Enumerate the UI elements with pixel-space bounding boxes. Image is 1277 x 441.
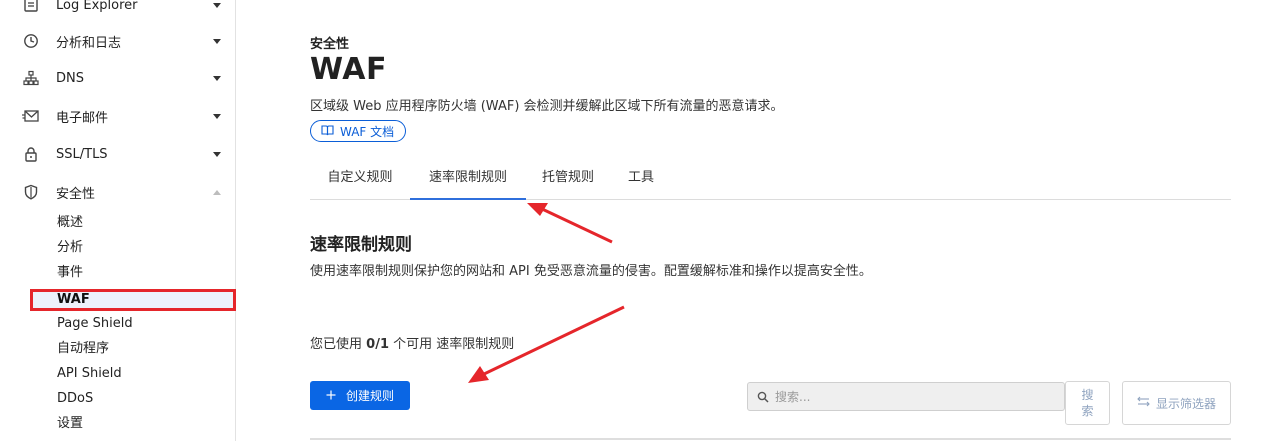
page-root: Log Explorer 分析和日志 DNS 电子邮件 SSL/TLS 安全性 …: [0, 0, 1277, 441]
chevron-down-icon: [213, 75, 221, 81]
waf-docs-label: WAF 文档: [340, 124, 395, 139]
waf-docs-link[interactable]: WAF 文档: [310, 120, 407, 142]
search-field[interactable]: [747, 382, 1065, 411]
page-description: 区域级 Web 应用程序防火墙 (WAF) 会检测并缓解此区域下所有流量的恶意请…: [310, 99, 784, 114]
sidebar-item-label: SSL/TLS: [56, 146, 108, 162]
swap-arrows-icon: [1137, 396, 1150, 410]
page-eyebrow: 安全性: [310, 37, 350, 52]
plus-icon: [326, 389, 336, 403]
sidebar-subitem-events[interactable]: 事件: [57, 263, 83, 283]
sidebar-subitem-settings[interactable]: 设置: [57, 414, 83, 434]
show-filters-label: 显示筛选器: [1155, 396, 1216, 411]
sidebar-subitem-overview[interactable]: 概述: [57, 213, 83, 233]
clock-icon: [22, 32, 40, 50]
table-top-divider: [310, 438, 1231, 440]
chevron-up-icon: [213, 189, 221, 195]
sidebar-subitem-label: WAF: [57, 292, 90, 307]
usage-suffix: 个可用 速率限制规则: [393, 337, 515, 352]
sidebar-subitem-api-shield[interactable]: API Shield: [57, 364, 122, 384]
chevron-down-icon: [213, 113, 221, 119]
section-title: 速率限制规则: [310, 235, 412, 255]
mail-icon: [22, 107, 40, 125]
create-rule-label: 创建规则: [345, 389, 394, 403]
tab-bar: 自定义规则 速率限制规则 托管规则 工具: [310, 160, 1231, 200]
page-title: WAF: [310, 52, 387, 87]
sidebar-item-ssl-tls[interactable]: SSL/TLS: [0, 135, 235, 173]
sidebar-subitem-analytics[interactable]: 分析: [57, 238, 83, 258]
search-input[interactable]: [775, 383, 1055, 410]
sidebar-item-label: 分析和日志: [56, 35, 122, 51]
chevron-down-icon: [213, 151, 221, 157]
sidebar-item-label: DNS: [56, 70, 84, 86]
shield-icon: [22, 183, 40, 201]
sidebar-subitem-page-shield[interactable]: Page Shield: [57, 314, 133, 334]
sidebar-item-analytics-logs[interactable]: 分析和日志: [0, 22, 235, 60]
sidebar-item-label: 安全性: [56, 186, 96, 202]
usage-prefix: 您已使用: [310, 337, 363, 352]
sidebar-subitem-bots[interactable]: 自动程序: [57, 339, 109, 359]
sidebar-subitem-ddos[interactable]: DDoS: [57, 389, 93, 409]
tab-custom-rules[interactable]: 自定义规则: [310, 160, 410, 200]
sidebar-item-label: Log Explorer: [56, 0, 138, 13]
network-tree-icon: [22, 69, 40, 87]
tab-managed-rules[interactable]: 托管规则: [526, 160, 610, 200]
search-button[interactable]: 搜索: [1065, 381, 1110, 425]
lock-icon: [22, 145, 40, 163]
sidebar: Log Explorer 分析和日志 DNS 电子邮件 SSL/TLS 安全性 …: [0, 0, 236, 441]
tab-rate-limiting-rules[interactable]: 速率限制规则: [410, 160, 526, 200]
chevron-down-icon: [213, 38, 221, 44]
sidebar-item-dns[interactable]: DNS: [0, 59, 235, 97]
sidebar-subitem-waf[interactable]: WAF: [30, 289, 236, 311]
main-content: 安全性 WAF 区域级 Web 应用程序防火墙 (WAF) 会检测并缓解此区域下…: [310, 0, 1231, 441]
section-description: 使用速率限制规则保护您的网站和 API 免受恶意流量的侵害。配置缓解标准和操作以…: [310, 264, 872, 279]
tab-tools[interactable]: 工具: [610, 160, 672, 200]
usage-text: 您已使用 0/1 个可用 速率限制规则: [310, 333, 514, 352]
sidebar-item-label: 电子邮件: [56, 110, 109, 126]
log-explorer-icon: [22, 0, 40, 14]
search-icon: [757, 391, 769, 403]
sidebar-item-log-explorer[interactable]: Log Explorer: [0, 0, 235, 24]
show-filters-button[interactable]: 显示筛选器: [1122, 381, 1231, 425]
chevron-down-icon: [213, 2, 221, 8]
sidebar-item-security[interactable]: 安全性: [0, 173, 235, 211]
sidebar-item-email[interactable]: 电子邮件: [0, 97, 235, 135]
create-rule-button[interactable]: 创建规则: [310, 381, 410, 410]
book-icon: [321, 124, 334, 139]
usage-count: 0/1: [366, 337, 389, 352]
